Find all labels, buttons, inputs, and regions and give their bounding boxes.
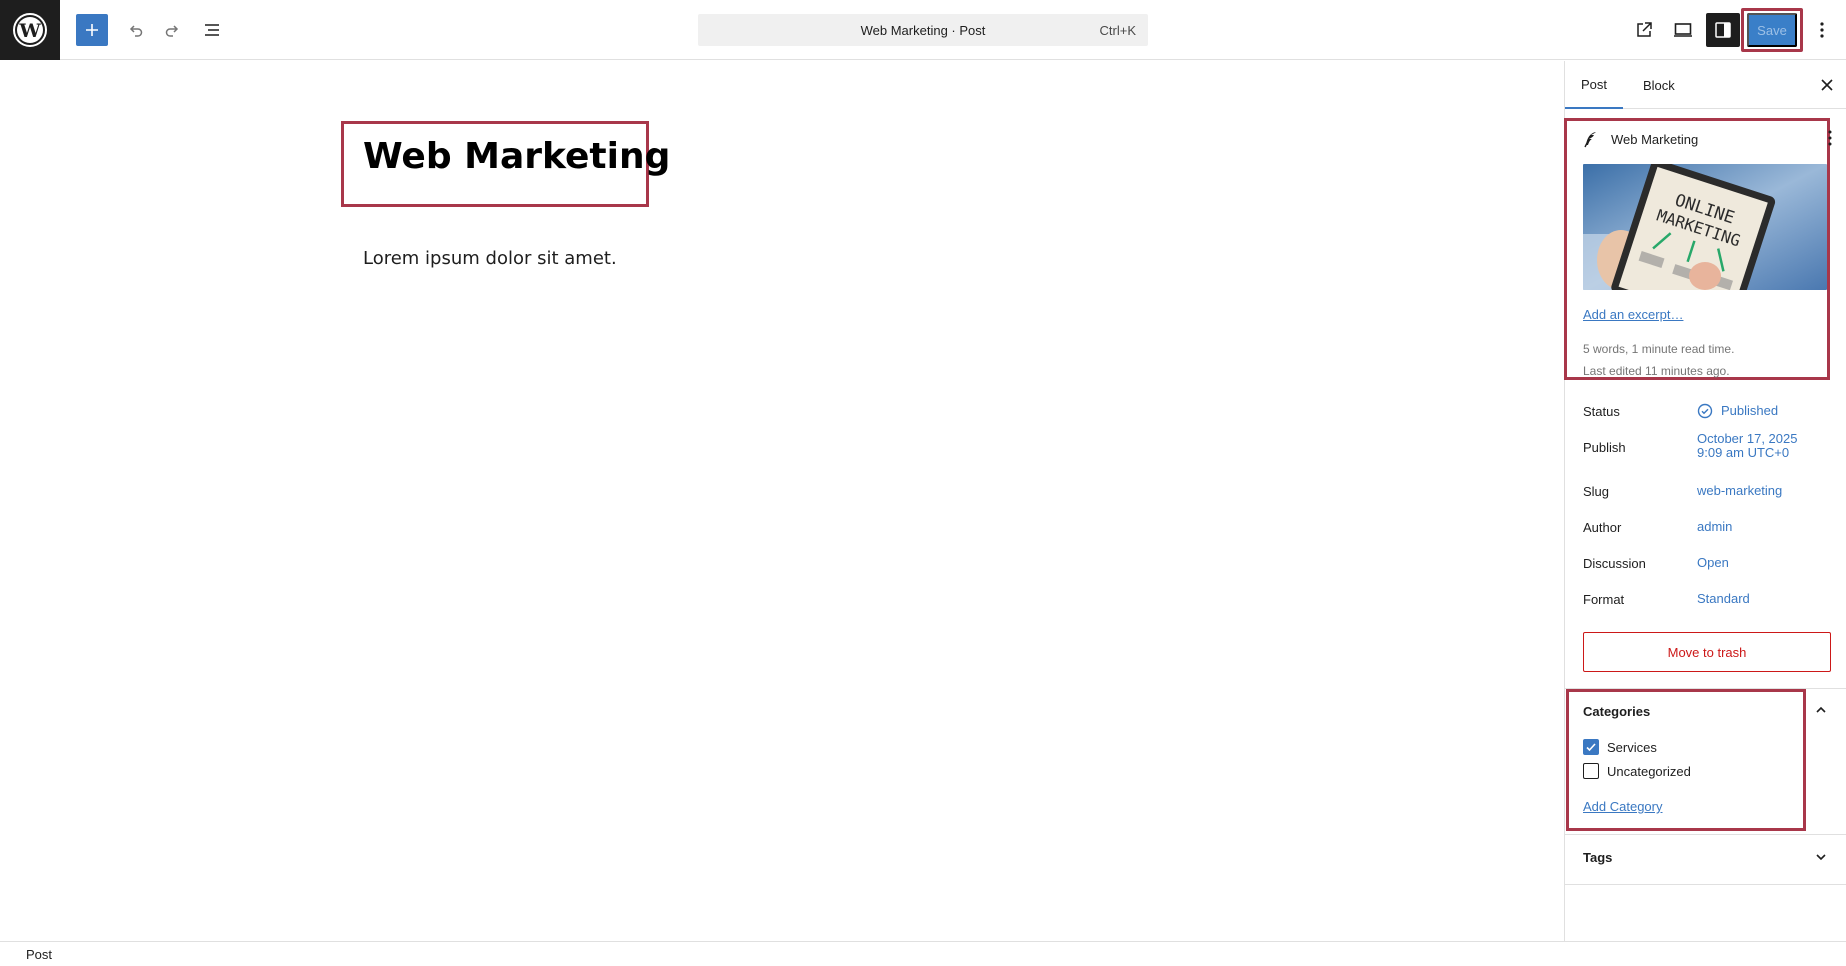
- format-value[interactable]: Standard: [1697, 592, 1750, 606]
- redo-button[interactable]: [156, 14, 188, 46]
- slug-value[interactable]: web-marketing: [1697, 484, 1782, 498]
- paragraph-block[interactable]: Lorem ipsum dolor sit amet.: [363, 248, 617, 269]
- more-vertical-icon: [1820, 22, 1824, 38]
- footer-breadcrumb[interactable]: Post: [26, 947, 52, 962]
- category-uncategorized[interactable]: Uncategorized: [1583, 763, 1691, 779]
- command-shortcut: Ctrl+K: [1099, 22, 1136, 38]
- command-palette-bar[interactable]: Web Marketing · Post Ctrl+K: [698, 14, 1148, 46]
- uncategorized-checkbox[interactable]: [1583, 763, 1599, 779]
- external-link-icon: [1637, 22, 1652, 37]
- settings-sidebar: Post Block Web Marketing ONLINE MARKETIN…: [1564, 61, 1846, 941]
- categories-panel-title[interactable]: Categories: [1583, 704, 1650, 719]
- featured-image[interactable]: ONLINE MARKETING: [1583, 164, 1827, 290]
- category-services[interactable]: Services: [1583, 739, 1657, 755]
- preview-button[interactable]: [1666, 13, 1700, 47]
- author-value[interactable]: admin: [1697, 520, 1732, 534]
- undo-icon: [129, 25, 143, 37]
- list-view-icon: [205, 24, 219, 36]
- desktop-preview-icon: [1674, 23, 1692, 37]
- add-category-link[interactable]: Add Category: [1583, 799, 1663, 814]
- publish-date-value[interactable]: October 17, 2025: [1697, 432, 1797, 446]
- categories-toggle[interactable]: [1814, 703, 1828, 722]
- discussion-value[interactable]: Open: [1697, 556, 1729, 570]
- view-post-button[interactable]: [1627, 13, 1661, 47]
- more-vertical-icon: [1828, 130, 1832, 146]
- checkmark-icon: [1586, 743, 1596, 752]
- post-summary-title: Web Marketing: [1611, 131, 1699, 147]
- add-block-button[interactable]: [76, 14, 108, 46]
- publish-time-value[interactable]: 9:09 am UTC+0: [1697, 446, 1789, 460]
- post-title[interactable]: Web Marketing: [363, 136, 670, 177]
- last-edited: Last edited 11 minutes ago.: [1583, 364, 1730, 378]
- status-label: Status: [1583, 404, 1620, 419]
- options-button[interactable]: [1808, 13, 1836, 47]
- editor-canvas[interactable]: [0, 61, 1564, 941]
- panel-divider: [1565, 884, 1846, 885]
- post-feather-icon: [1584, 132, 1596, 148]
- post-summary-header: Web Marketing: [1583, 127, 1833, 151]
- post-actions-button[interactable]: [1827, 129, 1833, 152]
- services-checkbox[interactable]: [1583, 739, 1599, 755]
- sidebar-tabs: Post Block: [1565, 61, 1846, 109]
- redo-icon: [165, 25, 179, 37]
- settings-toggle-button[interactable]: [1706, 13, 1740, 47]
- format-label: Format: [1583, 592, 1625, 607]
- published-check-icon: [1697, 403, 1713, 419]
- tab-post[interactable]: Post: [1565, 61, 1624, 109]
- status-value[interactable]: Published: [1721, 404, 1778, 418]
- panel-divider: [1565, 834, 1846, 835]
- editor-toolbar: W Web Marketing · Post Ctrl+K Save: [0, 0, 1846, 60]
- chevron-up-icon: [1816, 706, 1826, 713]
- tags-panel-title[interactable]: Tags: [1583, 850, 1612, 865]
- close-icon: [1821, 79, 1833, 91]
- save-button[interactable]: Save: [1747, 13, 1797, 47]
- close-sidebar-button[interactable]: [1815, 73, 1839, 97]
- tab-block[interactable]: Block: [1627, 61, 1691, 109]
- move-to-trash-button[interactable]: Move to trash: [1583, 632, 1831, 672]
- svg-text:W: W: [18, 20, 41, 42]
- services-label: Services: [1607, 739, 1657, 755]
- author-label: Author: [1583, 520, 1622, 535]
- word-count: 5 words, 1 minute read time.: [1583, 342, 1735, 356]
- discussion-label: Discussion: [1583, 556, 1646, 571]
- tags-toggle[interactable]: [1814, 850, 1828, 869]
- document-overview-button[interactable]: [196, 14, 228, 46]
- slug-label: Slug: [1583, 484, 1610, 499]
- add-excerpt-link[interactable]: Add an excerpt…: [1583, 307, 1683, 322]
- plus-icon: [86, 24, 98, 36]
- editor-footer: Post: [0, 941, 1846, 966]
- chevron-down-icon: [1816, 854, 1826, 861]
- wordpress-logo-icon[interactable]: W: [0, 0, 60, 60]
- document-title: Web Marketing · Post: [860, 22, 986, 38]
- undo-button[interactable]: [120, 14, 152, 46]
- sidebar-toggle-icon: [1715, 22, 1731, 38]
- uncategorized-label: Uncategorized: [1607, 763, 1691, 779]
- publish-label: Publish: [1583, 440, 1626, 455]
